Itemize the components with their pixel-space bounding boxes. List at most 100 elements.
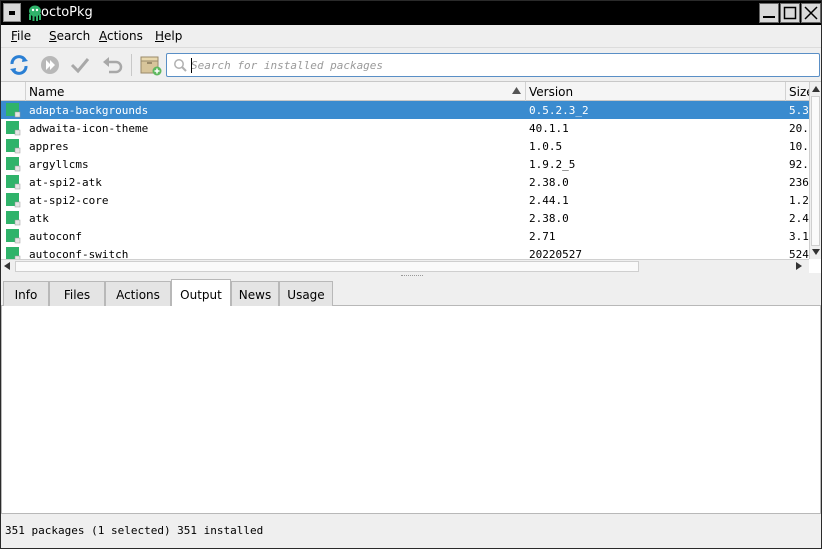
text-caret — [191, 58, 192, 73]
package-version: 2.38.0 — [529, 212, 569, 225]
maximize-icon — [783, 6, 797, 20]
toolbar — [1, 47, 821, 81]
scroll-right-icon[interactable] — [796, 262, 802, 270]
table-row[interactable]: autoconf-switch 20220527 524 — [1, 245, 809, 259]
menu-search[interactable]: Search — [49, 29, 90, 43]
system-upgrade-icon[interactable] — [37, 52, 63, 78]
output-panel[interactable] — [1, 306, 821, 514]
package-name: autoconf — [29, 230, 82, 243]
splitter-grip[interactable] — [401, 275, 423, 277]
package-table: Name Version Size adapta-backgrounds 0.5… — [1, 81, 821, 273]
maximize-button[interactable] — [780, 3, 800, 23]
tab-bar: Info Files Actions Output News Usage — [1, 279, 821, 307]
rollback-icon[interactable] — [99, 52, 125, 78]
table-row[interactable]: adapta-backgrounds 0.5.2.3_2 5.3 — [1, 101, 809, 119]
package-size: 20. — [789, 122, 809, 135]
package-name: autoconf-switch — [29, 248, 129, 259]
column-header-label: Name — [29, 85, 65, 99]
tab-label: Usage — [287, 288, 325, 302]
scroll-down-icon[interactable] — [812, 249, 820, 255]
package-version: 2.71 — [529, 230, 556, 243]
table-row[interactable]: at-spi2-atk 2.38.0 236 — [1, 173, 809, 191]
tab-label: News — [238, 288, 272, 302]
column-header-status[interactable] — [1, 82, 25, 101]
package-name: appres — [29, 140, 69, 153]
menu-file[interactable]: File — [11, 29, 31, 43]
tab-actions[interactable]: Actions — [105, 281, 171, 306]
table-body: adapta-backgrounds 0.5.2.3_2 5.3 adwaita… — [1, 101, 809, 259]
sort-ascending-icon — [512, 87, 521, 94]
commit-icon[interactable] — [67, 52, 93, 78]
window-menu-button[interactable] — [3, 3, 21, 22]
installed-package-icon — [6, 157, 21, 172]
package-name: at-spi2-atk — [29, 176, 102, 189]
vertical-scroll-thumb[interactable] — [811, 96, 820, 246]
column-header-version[interactable]: Version — [525, 82, 785, 101]
package-version: 1.0.5 — [529, 140, 563, 153]
package-size: 92. — [789, 158, 809, 171]
package-size: 1.2 — [789, 194, 809, 207]
minimize-button[interactable] — [759, 3, 779, 23]
column-header-size[interactable]: Size — [785, 82, 809, 101]
package-version: 2.38.0 — [529, 176, 569, 189]
package-version: 1.9.2_5 — [529, 158, 576, 171]
minimize-icon — [763, 16, 775, 18]
search-icon — [174, 59, 187, 72]
app-window: octoPkg File Search Actions Help Search … — [0, 0, 822, 549]
tab-label: Files — [63, 288, 91, 302]
table-row[interactable]: at-spi2-core 2.44.1 1.2 — [1, 191, 809, 209]
toolbar-separator — [131, 54, 132, 76]
tab-label: Actions — [116, 288, 160, 302]
table-row[interactable]: argyllcms 1.9.2_5 92. — [1, 155, 809, 173]
scroll-left-icon[interactable] — [4, 262, 10, 270]
installed-package-icon — [6, 193, 21, 208]
column-header-label: Size — [789, 85, 809, 99]
title-bar[interactable]: octoPkg — [1, 1, 821, 25]
package-size: 524 — [789, 248, 809, 259]
installed-package-icon — [6, 139, 21, 154]
package-name: argyllcms — [29, 158, 89, 171]
table-row[interactable]: appres 1.0.5 10. — [1, 137, 809, 155]
package-size: 3.1 — [789, 230, 809, 243]
menu-actions[interactable]: Actions — [99, 29, 143, 43]
horizontal-scrollbar[interactable] — [1, 259, 809, 273]
table-row[interactable]: adwaita-icon-theme 40.1.1 20. — [1, 119, 809, 137]
tab-news[interactable]: News — [231, 281, 279, 306]
tab-label: Output — [180, 288, 222, 302]
installed-package-icon — [6, 247, 21, 259]
installed-package-icon — [6, 211, 21, 226]
installed-package-icon — [6, 229, 21, 244]
package-manager-icon[interactable] — [138, 52, 164, 78]
scroll-up-icon[interactable] — [812, 86, 820, 92]
package-name: at-spi2-core — [29, 194, 109, 207]
installed-package-icon — [6, 175, 21, 190]
table-row[interactable]: atk 2.38.0 2.4 — [1, 209, 809, 227]
package-version: 40.1.1 — [529, 122, 569, 135]
package-version: 2.44.1 — [529, 194, 569, 207]
table-header: Name Version Size — [1, 82, 809, 101]
vertical-scrollbar[interactable] — [809, 82, 821, 259]
tab-info[interactable]: Info — [3, 281, 49, 306]
tab-usage[interactable]: Usage — [279, 281, 333, 306]
search-box[interactable] — [166, 53, 820, 77]
status-bar: 351 packages (1 selected) 351 installed — [1, 514, 821, 548]
close-button[interactable] — [801, 3, 821, 23]
package-name: atk — [29, 212, 49, 225]
menu-help[interactable]: Help — [155, 29, 182, 43]
tab-files[interactable]: Files — [49, 281, 105, 306]
column-header-name[interactable]: Name — [25, 82, 525, 101]
column-header-label: Version — [529, 85, 574, 99]
close-icon — [804, 6, 818, 20]
horizontal-scroll-thumb[interactable] — [15, 261, 639, 272]
tab-output[interactable]: Output — [171, 279, 231, 307]
sync-database-icon[interactable] — [6, 52, 32, 78]
search-input[interactable] — [191, 56, 811, 74]
package-name: adapta-backgrounds — [29, 104, 149, 117]
installed-package-icon — [6, 103, 21, 118]
package-size: 2.4 — [789, 212, 809, 225]
package-version: 20220527 — [529, 248, 582, 259]
package-version: 0.5.2.3_2 — [529, 104, 589, 117]
menu-bar: File Search Actions Help — [1, 25, 821, 47]
tab-label: Info — [14, 288, 38, 302]
table-row[interactable]: autoconf 2.71 3.1 — [1, 227, 809, 245]
